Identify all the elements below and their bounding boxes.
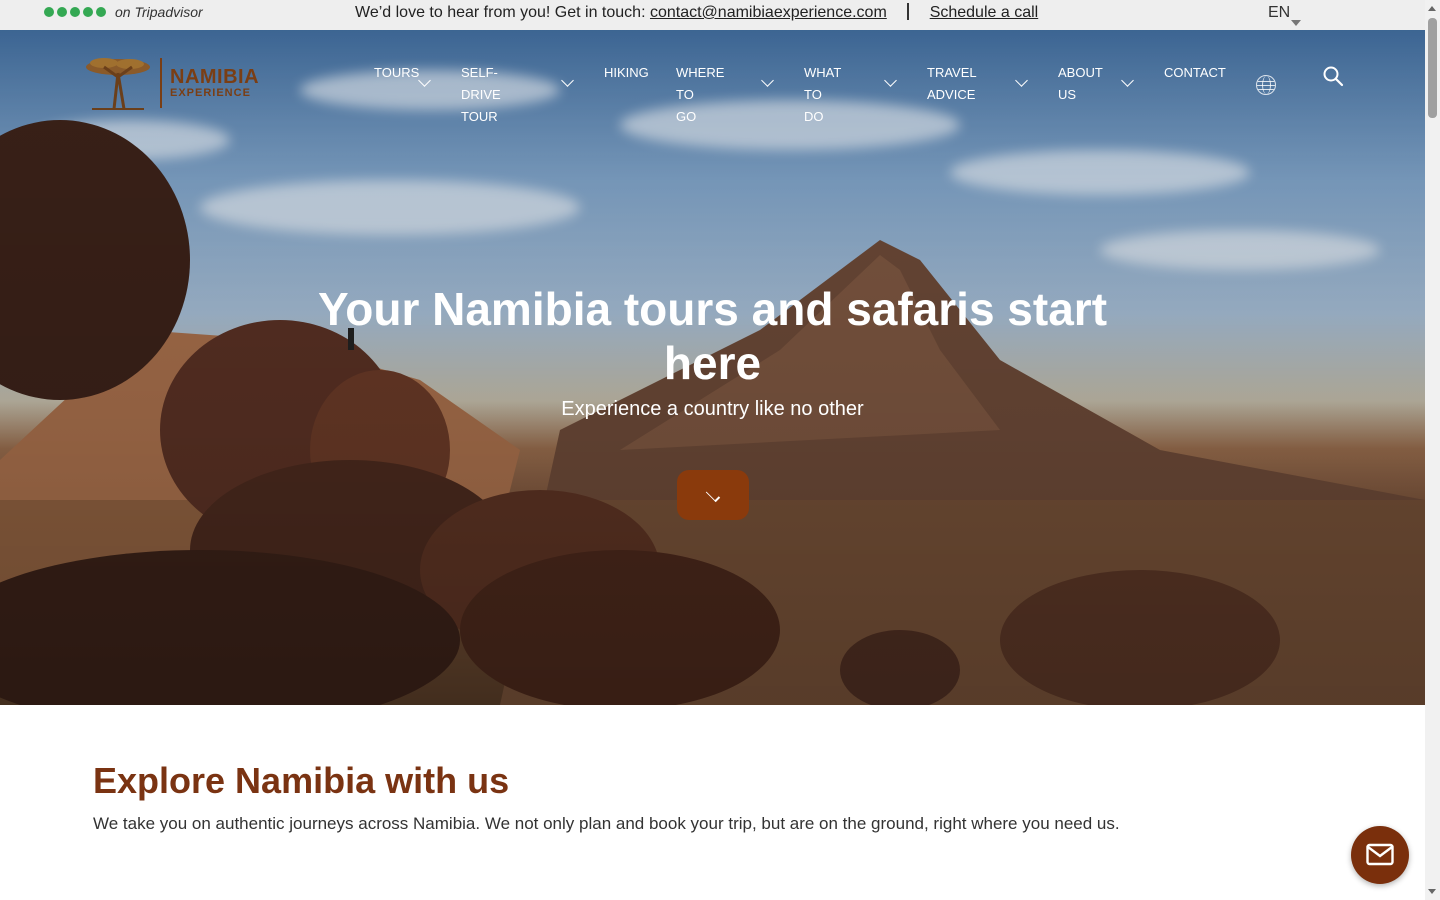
logo-line1: NAMIBIA [170,66,260,88]
nav-item-where-to-go[interactable]: WHERE TO GO [676,62,724,128]
rating-dot-icon [70,7,80,17]
scroll-down-arrow-icon[interactable] [1428,889,1436,894]
chevron-down-icon [705,487,721,503]
nav-item-what-to-do[interactable]: WHAT TO DO [804,62,841,128]
language-selector[interactable]: EN [1268,4,1290,22]
contact-email-link[interactable]: contact@namibiaexperience.com [650,4,887,21]
logo-divider [160,58,162,108]
nav-item-tours[interactable]: TOURS [374,62,419,84]
page-scrollbar[interactable] [1425,0,1440,900]
hero-subtitle: Experience a country like no other [561,398,864,420]
nav-item-travel-advice[interactable]: TRAVEL ADVICE [927,62,977,106]
rating-dot-icon [44,7,54,17]
rating-dot-icon [83,7,93,17]
nav-item-about-us[interactable]: ABOUT US [1058,62,1103,106]
mail-icon [1366,843,1394,866]
search-icon[interactable] [1322,65,1344,87]
scrollbar-thumb[interactable] [1428,18,1437,118]
logo-wordmark: NAMIBIA EXPERIENCE [170,67,259,99]
rating-dot-icon [57,7,67,17]
contact-prefix: We’d love to hear from you! Get in touch… [355,4,646,21]
acacia-tree-icon [86,58,150,110]
contact-line: We’d love to hear from you! Get in touch… [355,3,1038,22]
contact-chat-button[interactable] [1351,826,1409,884]
tripadvisor-rating[interactable]: on Tripadvisor [44,4,203,20]
divider [907,3,910,20]
rating-dot-icon [96,7,106,17]
nav-item-contact[interactable]: CONTACT [1164,62,1226,84]
top-bar: on Tripadvisor We’d love to hear from yo… [0,0,1425,30]
site-logo[interactable]: NAMIBIA EXPERIENCE [84,55,259,111]
rating-text: on Tripadvisor [115,4,203,20]
intro-title: Explore Namibia with us [93,760,510,801]
caret-down-icon[interactable] [1291,20,1301,26]
nav-item-self-drive-tour[interactable]: SELF-DRIVE TOUR [461,62,501,128]
scroll-up-arrow-icon[interactable] [1428,6,1436,11]
hero-title: Your Namibia tours and safaris start her… [317,283,1108,389]
scroll-down-button[interactable] [677,470,749,520]
schedule-call-link[interactable]: Schedule a call [930,4,1039,21]
intro-text: We take you on authentic journeys across… [93,814,1120,833]
globe-icon[interactable] [1256,75,1276,95]
logo-line2: EXPERIENCE [170,87,251,99]
nav-item-hiking[interactable]: HIKING [604,62,649,84]
